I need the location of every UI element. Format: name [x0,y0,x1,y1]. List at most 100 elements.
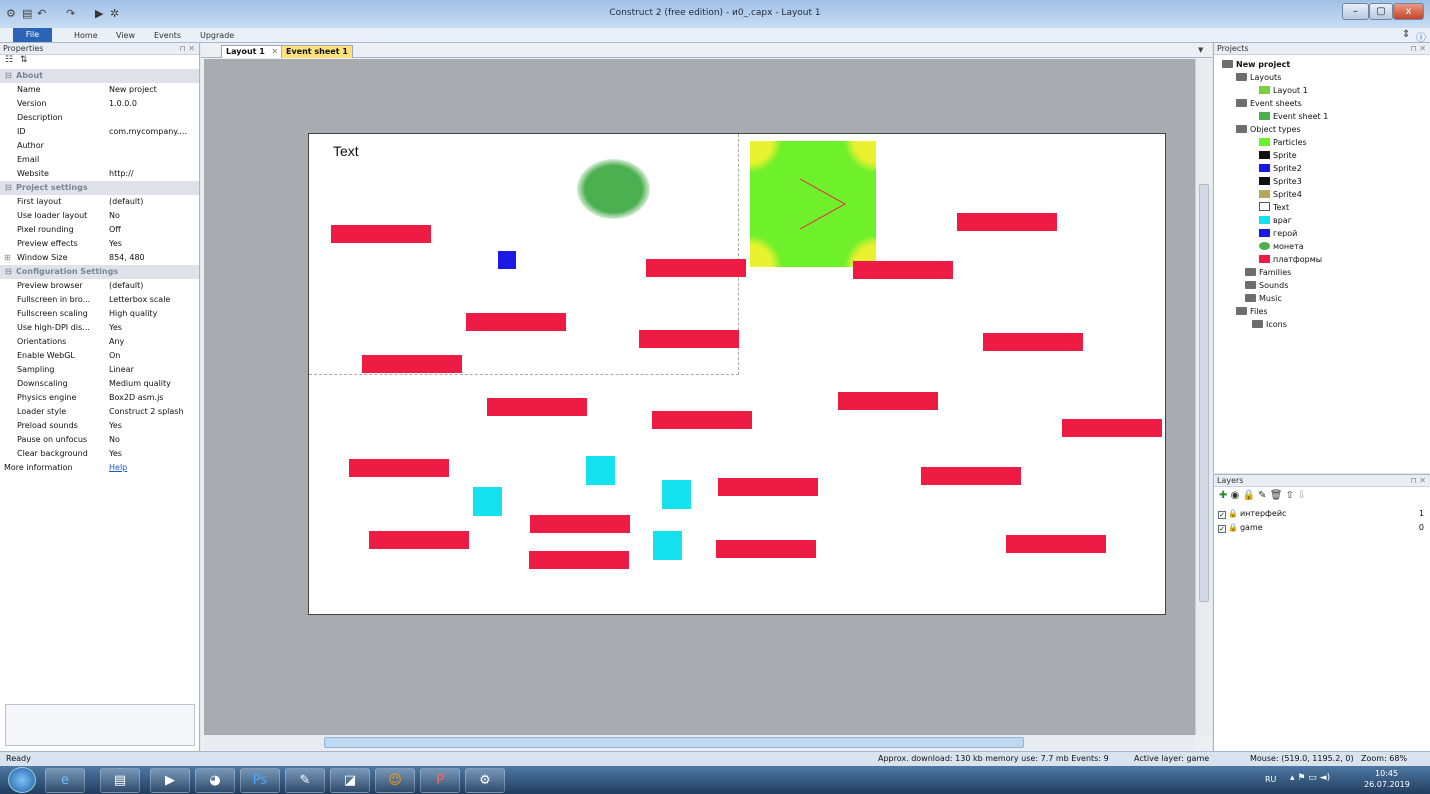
property-value[interactable]: High quality [109,307,199,321]
layer-visible-checkbox[interactable]: ✓ [1218,511,1226,519]
lock-icon[interactable]: 🔒 [1228,509,1238,518]
lock-icon[interactable]: 🔒 [1228,523,1238,532]
property-row[interactable]: Pixel rounding Off [0,223,199,237]
property-row[interactable]: Name New project [0,83,199,97]
text-object[interactable]: Text [333,143,359,159]
property-row[interactable]: Preview effects Yes [0,237,199,251]
platform-object[interactable] [639,330,739,348]
enemy-object[interactable] [653,531,682,560]
panel-close-icon[interactable]: ⊓ ✕ [1411,475,1427,487]
property-row[interactable]: Enable WebGL On [0,349,199,363]
tab-events[interactable]: Events [154,29,181,42]
expand-icon[interactable]: ⊞ [4,251,11,265]
property-value[interactable]: New project [109,83,199,97]
property-value[interactable]: (default) [109,195,199,209]
collapse-icon[interactable]: ⊟ [5,69,15,83]
property-row[interactable]: Website http:// [0,167,199,181]
particles-object[interactable] [750,141,876,267]
platform-object[interactable] [646,259,746,277]
property-row[interactable]: Clear background Yes [0,447,199,461]
horizontal-scrollbar[interactable] [204,735,1195,750]
platform-object[interactable] [349,459,449,477]
tree-object-enemy[interactable]: враг [1259,214,1292,227]
property-value[interactable]: Yes [109,419,199,433]
vertical-scrollbar[interactable] [1195,59,1212,735]
tab-list-chevron-down-icon[interactable]: ▼ [1198,46,1203,54]
property-value[interactable]: Any [109,335,199,349]
property-value[interactable]: Yes [109,321,199,335]
tree-object-sprite4[interactable]: Sprite4 [1259,188,1302,201]
property-value[interactable]: Construct 2 splash [109,405,199,419]
property-value[interactable]: Medium quality [109,377,199,391]
ie-icon[interactable]: e [45,768,85,793]
property-category[interactable]: ⊟ Configuration Settings [0,265,199,279]
coin-object[interactable] [577,159,650,219]
platform-object[interactable] [716,540,816,558]
categorized-icon[interactable]: ☷ [5,55,13,65]
property-row[interactable]: Author [0,139,199,153]
layer-row[interactable]: ✓ 🔒 game 0 [1218,521,1426,534]
clock-date[interactable]: 26.07.2019 [1364,780,1410,789]
enemy-object[interactable] [662,480,691,509]
enemy-object[interactable] [473,487,502,516]
platform-object[interactable] [331,225,431,243]
platform-object[interactable] [487,398,587,416]
tree-object-types-folder[interactable]: Object types [1236,123,1301,136]
chrome-icon[interactable]: ◕ [195,768,235,793]
property-row[interactable]: ID com.mycompany.... [0,125,199,139]
collapse-icon[interactable]: ⊟ [5,181,15,195]
platform-object[interactable] [853,261,953,279]
property-row[interactable]: Fullscreen in bro... Letterbox scale [0,293,199,307]
property-value[interactable]: Linear [109,363,199,377]
platform-object[interactable] [983,333,1083,351]
tab-view[interactable]: View [116,29,135,42]
photoshop-icon[interactable]: Ps [240,768,280,793]
property-row[interactable]: ⊞ Window Size 854, 480 [0,251,199,265]
property-value[interactable]: Yes [109,237,199,251]
platform-object[interactable] [529,551,629,569]
property-category[interactable]: ⊟ Project settings [0,181,199,195]
tree-music-folder[interactable]: Music [1245,292,1282,305]
close-button[interactable]: x [1393,3,1424,20]
tree-families-folder[interactable]: Families [1245,266,1291,279]
move-down-icon[interactable]: ⇩ [1297,490,1305,501]
language-indicator[interactable]: RU [1265,775,1276,784]
close-tab-icon[interactable]: ✕ [271,47,278,56]
layer-visible-checkbox[interactable]: ✓ [1218,525,1226,533]
property-value[interactable]: No [109,209,199,223]
minimize-button[interactable]: – [1342,3,1369,20]
tree-layout-1[interactable]: Layout 1 [1259,84,1308,97]
platform-object[interactable] [957,213,1057,231]
paint-icon[interactable]: ✎ [285,768,325,793]
panel-close-icon[interactable]: ⊓ ✕ [1411,43,1427,55]
property-row[interactable]: Physics engine Box2D asm.js [0,391,199,405]
media-player-icon[interactable]: ▶ [150,768,190,793]
platform-object[interactable] [1006,535,1106,553]
property-value[interactable]: 854, 480 [109,251,199,265]
property-row[interactable]: Pause on unfocus No [0,433,199,447]
tree-sounds-folder[interactable]: Sounds [1245,279,1288,292]
tree-files-folder[interactable]: Files [1236,305,1268,318]
tab-file[interactable]: File [13,28,52,42]
platform-object[interactable] [362,355,462,373]
hero-object[interactable] [498,251,516,269]
tab-layout-1[interactable]: Layout 1 ✕ [221,45,284,58]
lock-icon[interactable]: 🔒 [1243,490,1255,501]
property-value[interactable]: No [109,433,199,447]
property-row[interactable]: Preview browser (default) [0,279,199,293]
clock-time[interactable]: 10:45 [1375,769,1398,778]
layout-canvas[interactable]: Text [204,59,1195,735]
help-link[interactable]: Help [109,461,199,475]
property-row[interactable]: Email [0,153,199,167]
platform-object[interactable] [652,411,752,429]
property-row[interactable]: Orientations Any [0,335,199,349]
tree-object-sprite2[interactable]: Sprite2 [1259,162,1302,175]
tray-icons[interactable]: ▴ ⚑ ▭ ◄) [1290,773,1330,783]
tree-object-text[interactable]: Text [1259,201,1289,214]
powerpoint-icon[interactable]: P [420,768,460,793]
property-row[interactable]: First layout (default) [0,195,199,209]
tree-object-coin[interactable]: монета [1259,240,1304,253]
property-value[interactable]: com.mycompany.... [109,125,199,139]
platform-object[interactable] [921,467,1021,485]
property-value[interactable]: (default) [109,279,199,293]
